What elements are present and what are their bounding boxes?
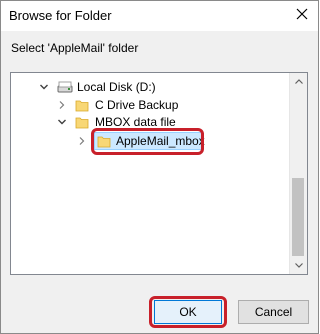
chevron-down-icon (294, 263, 303, 268)
chevron-right-icon[interactable] (77, 136, 87, 146)
drive-icon (57, 81, 73, 93)
tree-item-label: MBOX data file (95, 115, 176, 129)
selected-folder-highlight (91, 128, 204, 155)
chevron-right-icon[interactable] (57, 100, 67, 110)
cancel-button[interactable]: Cancel (238, 300, 309, 324)
scroll-up-button[interactable] (290, 73, 307, 90)
folder-icon (75, 117, 89, 129)
tree-item-label: Local Disk (D:) (77, 80, 156, 94)
tree-scrollbar[interactable] (289, 73, 307, 274)
folder-icon (75, 100, 89, 112)
browse-for-folder-dialog: Browse for Folder Select 'AppleMail' fol… (0, 0, 319, 334)
instruction-text: Select 'AppleMail' folder (11, 41, 139, 55)
chevron-down-icon[interactable] (57, 117, 67, 127)
close-icon (296, 8, 308, 20)
title-bar: Browse for Folder (1, 1, 318, 31)
tree-item-c-drive-backup[interactable]: C Drive Backup (31, 96, 251, 114)
scroll-thumb[interactable] (292, 178, 304, 256)
tree-item-local-disk[interactable]: Local Disk (D:) (31, 78, 231, 96)
close-button[interactable] (290, 4, 314, 26)
scroll-down-button[interactable] (290, 257, 307, 274)
ok-button-highlight (149, 296, 227, 328)
chevron-down-icon[interactable] (39, 82, 49, 92)
tree-item-label: C Drive Backup (95, 98, 179, 112)
folder-tree[interactable]: Local Disk (D:) C Drive Backup MBOX data… (10, 72, 308, 275)
window-title: Browse for Folder (9, 8, 112, 23)
chevron-up-icon (294, 79, 303, 84)
